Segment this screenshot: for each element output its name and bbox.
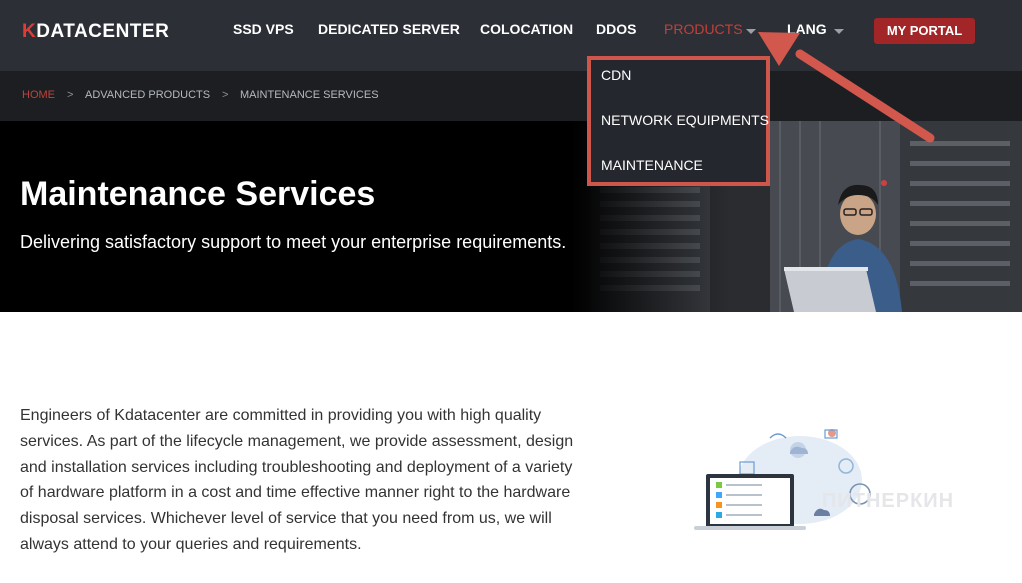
breadcrumb-home[interactable]: HOME [22, 89, 55, 101]
nav-dedicated-server[interactable]: DEDICATED SERVER [318, 21, 460, 41]
logo-k-mark: K [22, 21, 37, 42]
page-subtitle: Delivering satisfactory support to meet … [20, 232, 567, 252]
hero-photo [570, 121, 1022, 312]
breadcrumb-advanced-products[interactable]: ADVANCED PRODUCTS [85, 89, 210, 101]
nav-products[interactable]: PRODUCTS [664, 21, 743, 41]
intro-paragraph: Engineers of Kdatacenter are committed i… [20, 407, 574, 553]
breadcrumb-separator: > [222, 89, 229, 101]
nav-colocation[interactable]: COLOCATION [480, 21, 573, 41]
my-portal-button[interactable]: MY PORTAL [874, 18, 975, 44]
products-caret-down-icon[interactable] [746, 29, 756, 34]
cloud-network-illustration [694, 429, 871, 530]
dropdown-item-maintenance[interactable]: MAINTENANCE [601, 157, 703, 173]
nav-lang[interactable]: LANG [787, 21, 827, 41]
lang-caret-down-icon[interactable] [834, 29, 844, 34]
nav-ddos[interactable]: DDOS [596, 21, 636, 41]
logo[interactable]: KDATACENTER [22, 21, 169, 43]
breadcrumb-separator: > [67, 89, 74, 101]
page-title: Maintenance Services [20, 175, 376, 213]
breadcrumb-current: MAINTENANCE SERVICES [240, 89, 379, 101]
dropdown-item-network-equipments[interactable]: NETWORK EQUIPMENTS [601, 112, 769, 128]
hero-banner [0, 121, 1022, 312]
dropdown-item-cdn[interactable]: CDN [601, 67, 631, 83]
nav-ssd-vps[interactable]: SSD VPS [233, 21, 294, 41]
watermark: ПИТНЕРКИН [822, 490, 955, 512]
logo-text: DATACENTER [36, 21, 170, 42]
